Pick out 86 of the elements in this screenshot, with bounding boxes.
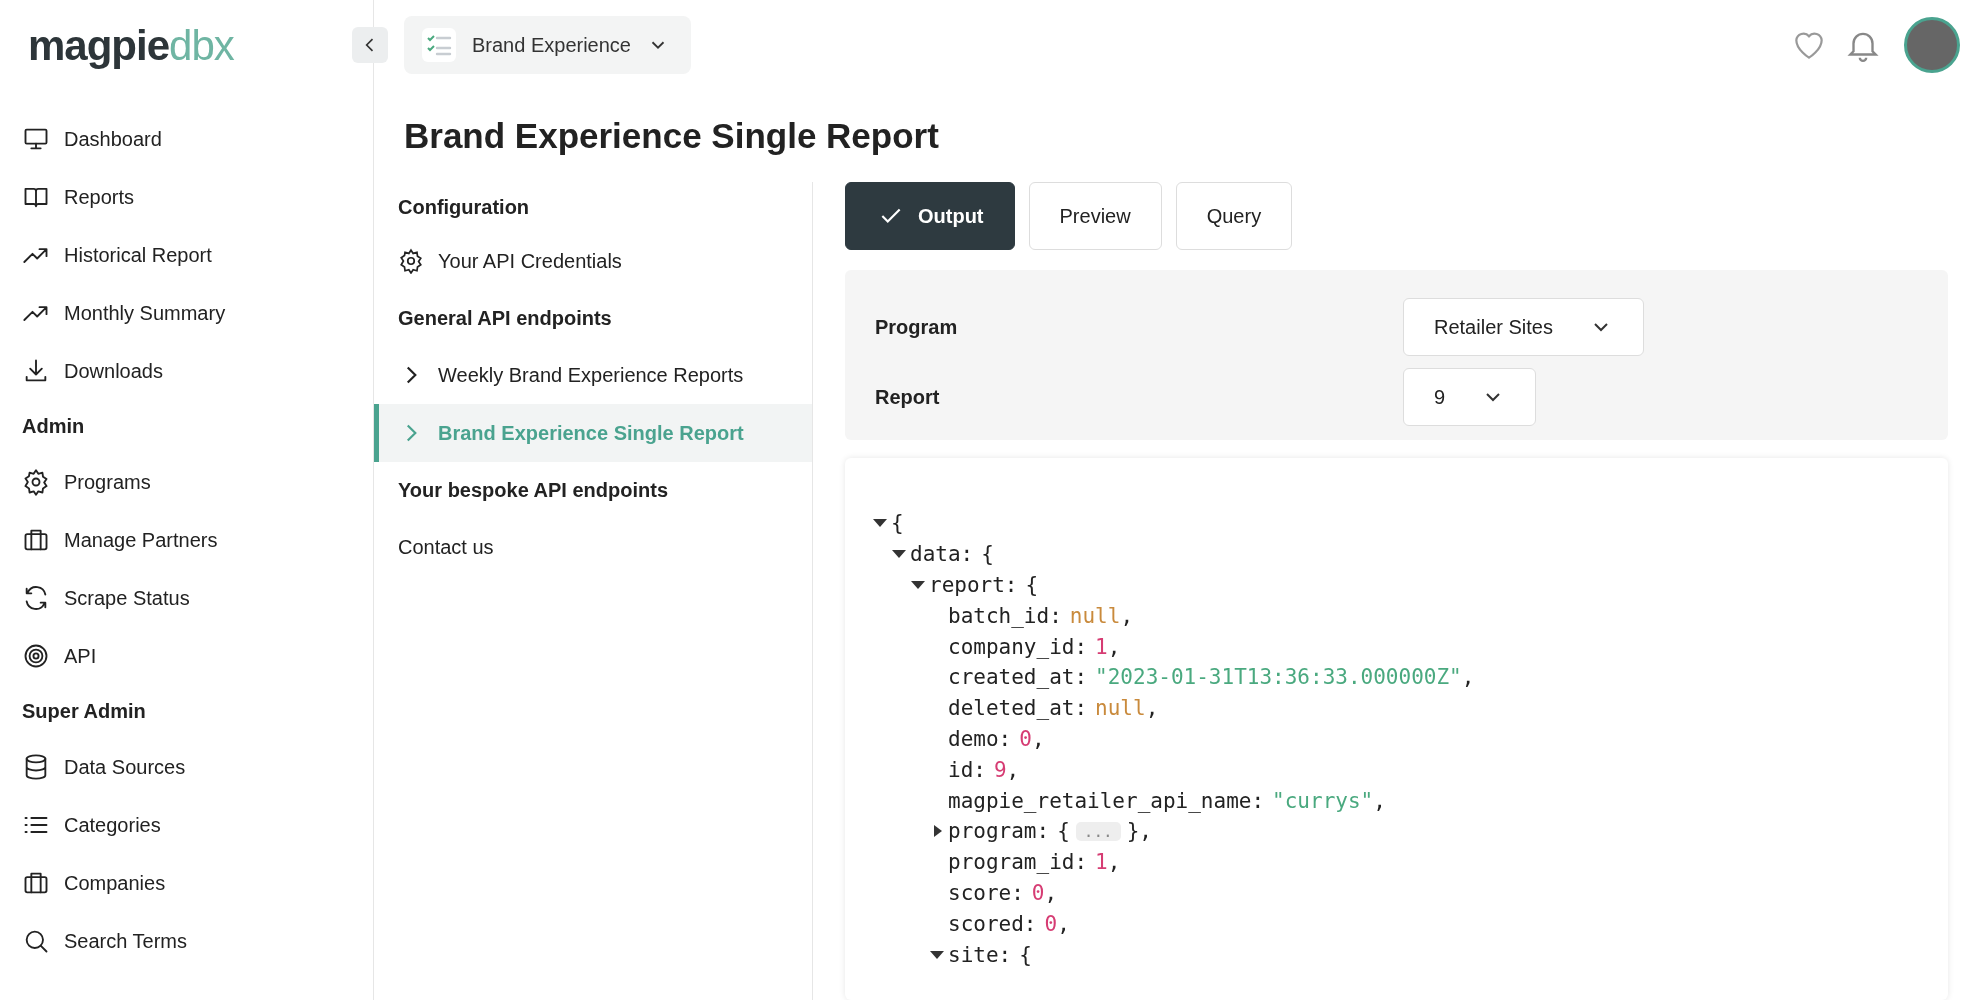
- sidebar-item-label: Data Sources: [64, 755, 186, 779]
- json-comma: ,: [1461, 665, 1475, 690]
- sidebar-item-label: Categories: [64, 813, 161, 837]
- json-comma: ,: [1120, 603, 1134, 628]
- sidebar-item-label: API: [64, 644, 97, 668]
- json-brace: {: [1025, 573, 1039, 597]
- sidebar-item-label: Reports: [64, 185, 135, 209]
- json-comma: ,: [1057, 911, 1070, 936]
- section-heading: Configuration: [397, 194, 531, 220]
- sidebar-heading: Super Admin: [22, 699, 147, 724]
- sidebar-item[interactable]: Companies: [22, 854, 373, 912]
- json-comma: ,: [1006, 757, 1020, 782]
- dropdown[interactable]: 9: [1403, 368, 1537, 426]
- settings-icon: [398, 248, 424, 274]
- page-title: Brand Experience Single Report: [404, 116, 940, 156]
- program-switcher[interactable]: Brand Experience: [404, 16, 691, 74]
- json-key: magpie_retailer_api_name:: [948, 788, 1265, 813]
- tab[interactable]: Preview: [1028, 182, 1162, 250]
- json-comma: ,: [1145, 696, 1159, 721]
- sidebar-heading: Admin: [22, 414, 86, 439]
- json-value: 1: [1095, 850, 1108, 875]
- json-key: score:: [948, 880, 1024, 905]
- sidebar-item[interactable]: Reports: [22, 168, 373, 226]
- section-heading: General API endpoints: [397, 305, 613, 331]
- sidebar-item[interactable]: Data Sources: [22, 738, 373, 796]
- json-value: 0: [1044, 911, 1058, 936]
- json-key: site:: [948, 942, 1012, 967]
- sidebar-item-label: Downloads: [64, 359, 163, 383]
- field-label: Program: [875, 315, 959, 339]
- json-comma: ,: [1107, 634, 1121, 659]
- json-value: "2023-01-31T13:36:33.000000Z": [1095, 665, 1462, 690]
- sidebar-item-label: Companies: [64, 871, 166, 895]
- sidebar-item-label: Dashboard: [64, 127, 162, 151]
- collapse-toggle-icon[interactable]: [873, 519, 887, 528]
- json-value: 1: [1095, 634, 1108, 659]
- json-brace: {: [981, 542, 994, 567]
- sidebar-item[interactable]: API: [22, 627, 373, 685]
- dropdown[interactable]: Retailer Sites: [1403, 298, 1644, 356]
- json-key: program_id:: [948, 850, 1088, 875]
- user-avatar[interactable]: [1904, 17, 1960, 73]
- logo[interactable]: magpiedbx: [28, 22, 234, 70]
- json-value: null: [1095, 696, 1146, 721]
- json-value: null: [1069, 603, 1121, 628]
- field-label: Report: [875, 385, 941, 409]
- sidebar-item[interactable]: Categories: [22, 796, 373, 854]
- collapse-toggle-icon[interactable]: [930, 950, 944, 959]
- json-value: "currys": [1272, 788, 1374, 813]
- json-comma: ,: [1044, 880, 1058, 905]
- json-value: 0: [1019, 726, 1032, 751]
- tab[interactable]: Query: [1175, 182, 1293, 250]
- checklist-icon: [422, 28, 456, 62]
- json-value: 0: [1031, 880, 1045, 905]
- collapse-toggle-icon[interactable]: [911, 581, 925, 589]
- json-brace: },: [1126, 819, 1152, 844]
- sidebar-item-label: Programs: [64, 470, 151, 494]
- sidebar-item-label: Historical Report: [64, 243, 212, 267]
- json-key: company_id:: [948, 634, 1088, 659]
- json-key: id:: [948, 757, 986, 782]
- json-key: scored:: [948, 911, 1037, 936]
- json-key: demo:: [948, 726, 1012, 751]
- sidebar-item[interactable]: Programs: [22, 453, 373, 511]
- json-key: created_at:: [948, 665, 1088, 690]
- json-value: 9: [993, 757, 1007, 782]
- json-brace: {: [891, 511, 904, 536]
- json-key: data:: [910, 542, 974, 567]
- tab[interactable]: Output: [845, 182, 1015, 250]
- json-brace: {: [1057, 819, 1070, 844]
- json-comma: ,: [1373, 788, 1386, 813]
- sidebar-item-label: Scrape Status: [64, 586, 190, 610]
- json-key: batch_id:: [948, 603, 1062, 628]
- sidebar-item-label: Manage Partners: [64, 528, 218, 552]
- section-heading: Your bespoke API endpoints: [397, 477, 670, 503]
- sidebar-item[interactable]: Dashboard: [22, 110, 373, 168]
- collapse-toggle-icon[interactable]: [892, 550, 906, 559]
- target-icon: [22, 642, 50, 670]
- json-key: deleted_at:: [948, 696, 1088, 721]
- json-brace: {: [1019, 942, 1032, 967]
- json-comma: ,: [1031, 726, 1045, 751]
- expand-toggle-icon[interactable]: [934, 825, 942, 838]
- json-comma: ,: [1107, 850, 1121, 875]
- json-key: report:: [929, 573, 1018, 597]
- settings-icon: [22, 468, 50, 496]
- sidebar-item-label: Search Terms: [64, 929, 187, 953]
- json-key: program:: [948, 819, 1050, 844]
- sidebar-item[interactable]: Search Terms: [22, 912, 373, 970]
- sidebar-item-label: Monthly Summary: [64, 301, 226, 325]
